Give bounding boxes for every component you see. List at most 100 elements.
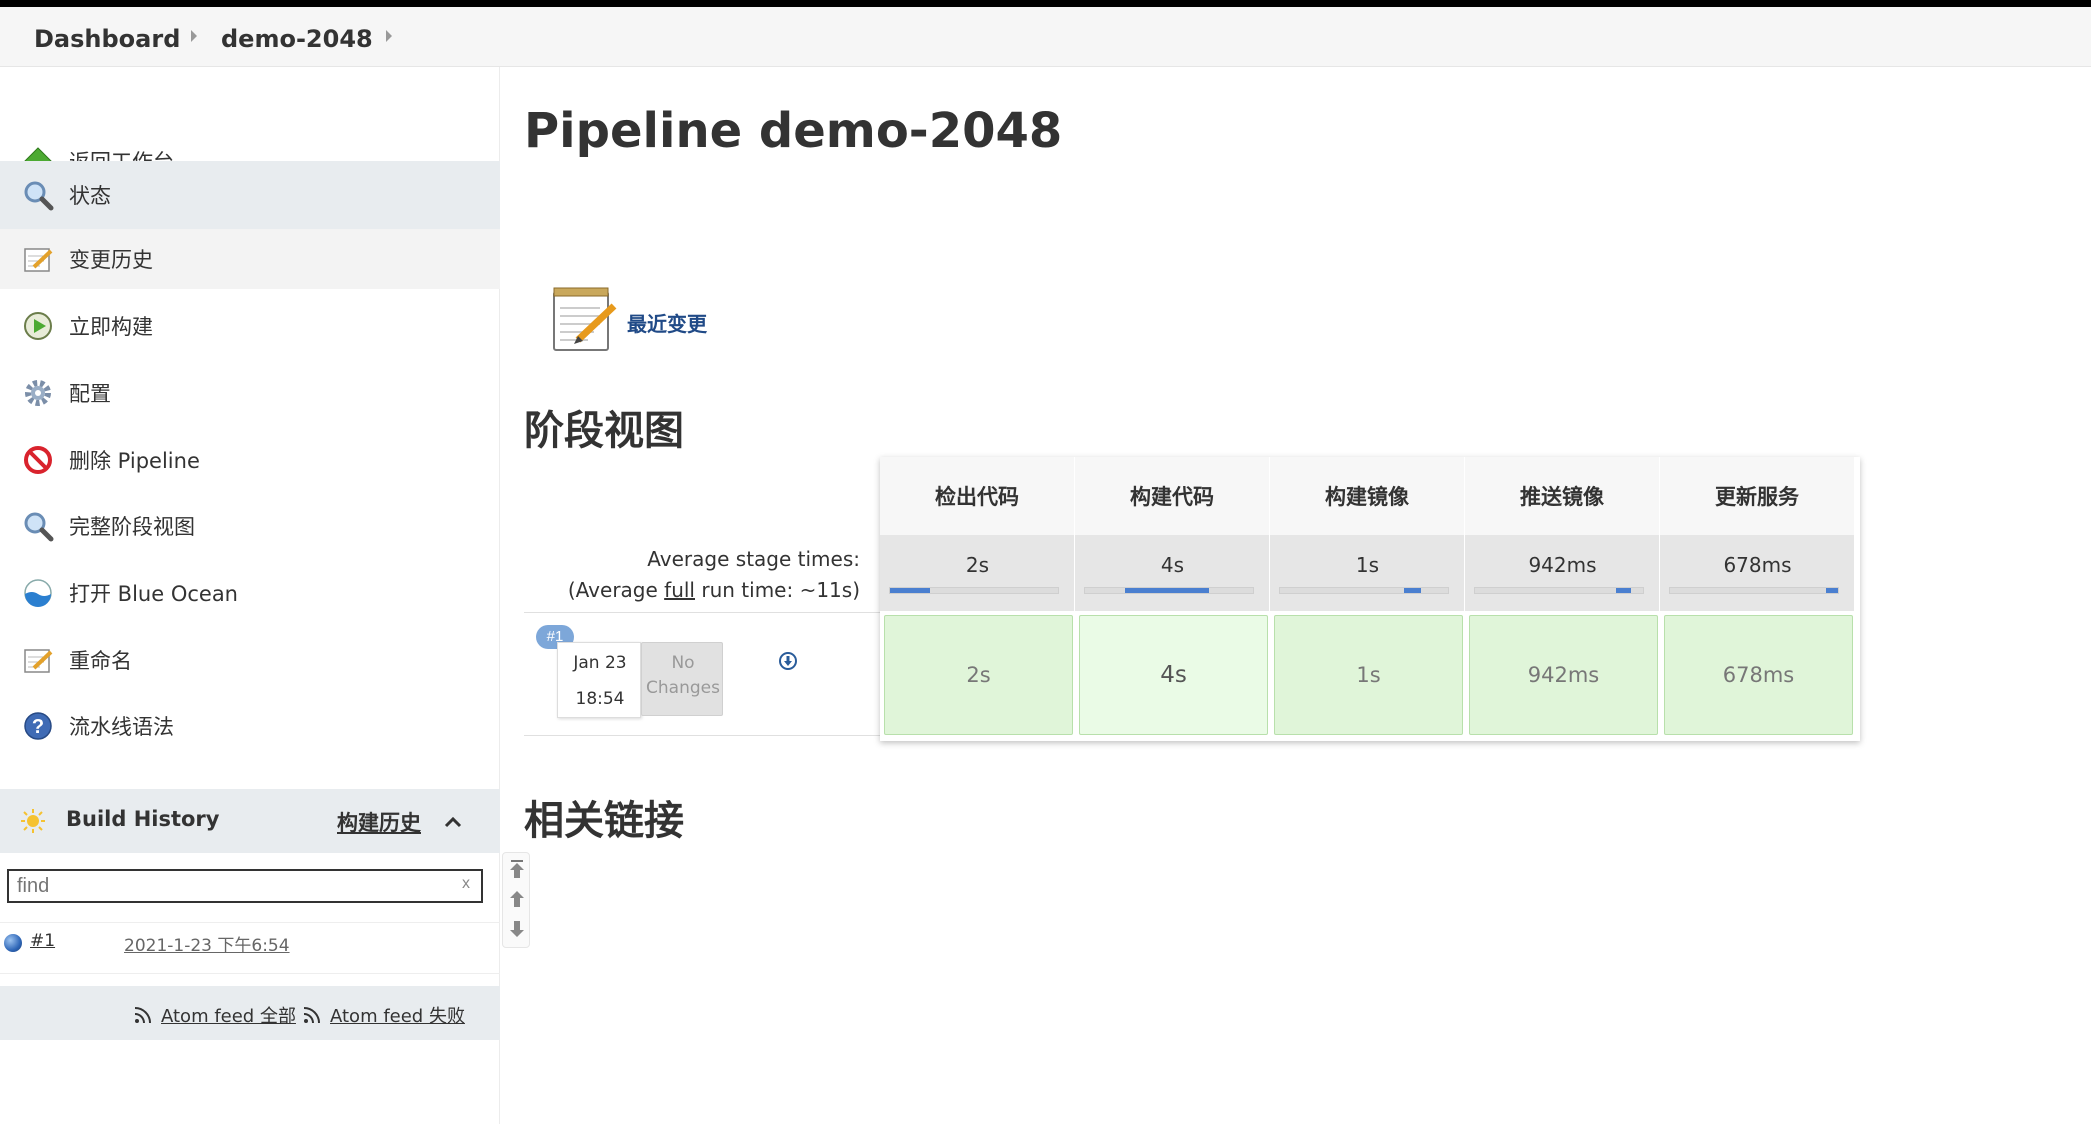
sidebar-item-full-stage-view[interactable]: 完整阶段视图 xyxy=(0,496,500,556)
scroll-down-icon[interactable] xyxy=(509,919,525,939)
sidebar-item-pipeline-syntax[interactable]: ? 流水线语法 xyxy=(0,696,500,756)
stage-header: 构建代码 xyxy=(1075,457,1270,535)
sidebar-item-status[interactable]: 状态 xyxy=(0,161,500,229)
stage-time-bar xyxy=(1669,587,1839,594)
run-time: 18:54 xyxy=(575,689,625,709)
stage-average-time: 942ms xyxy=(1528,553,1597,577)
gear-icon xyxy=(20,375,56,411)
stage-run-cell[interactable]: 4s xyxy=(1079,615,1268,735)
stage-average-time: 1s xyxy=(1355,553,1380,577)
stage-time-bar xyxy=(1279,587,1449,594)
stage-time-bar xyxy=(1084,587,1254,594)
sidebar-item-label: 删除 Pipeline xyxy=(69,449,200,473)
atom-feed-all-link[interactable]: Atom feed 全部 xyxy=(161,1002,296,1028)
sidebar-item-build-now[interactable]: 立即构建 xyxy=(0,296,500,356)
table-row: #1 2021-1-23 下午6:54 xyxy=(0,922,500,974)
sidebar: 返回工作台 状态 变更历史 立即构建 配置 删除 Pipeline 完整阶段 xyxy=(0,67,500,1124)
breadcrumb: Dashboard demo-2048 xyxy=(0,7,2091,67)
stage-average-time: 2s xyxy=(965,553,990,577)
sidebar-item-label: 流水线语法 xyxy=(69,715,174,739)
build-history-header: Build History 构建历史 xyxy=(0,789,500,853)
search-clear-button[interactable]: x xyxy=(462,875,470,893)
sidebar-item-label: 变更历史 xyxy=(69,248,153,272)
stage-average-cell: 1s xyxy=(1270,535,1465,611)
build-history-trend-link[interactable]: 构建历史 xyxy=(337,807,421,837)
page-title: Pipeline demo-2048 xyxy=(524,103,1063,159)
sidebar-item-changes[interactable]: 变更历史 xyxy=(0,229,500,289)
svg-text:?: ? xyxy=(32,716,44,738)
notepad-icon xyxy=(20,241,56,277)
sidebar-item-label: 立即构建 xyxy=(69,315,153,339)
breadcrumb-separator-icon[interactable] xyxy=(191,30,197,42)
top-border xyxy=(0,0,2091,7)
no-changes-line2: Changes xyxy=(646,678,720,698)
sidebar-item-label: 重命名 xyxy=(69,649,132,673)
atom-feed-bar: Atom feed 全部 Atom feed 失败 xyxy=(0,986,500,1040)
stage-average-cell: 942ms xyxy=(1465,535,1660,611)
avg-full-prefix: (Average xyxy=(567,578,665,602)
stage-view-title: 阶段视图 xyxy=(524,408,684,454)
stage-header: 构建镜像 xyxy=(1270,457,1465,535)
stage-time-bar-fill xyxy=(1125,588,1210,593)
no-changes-badge: No Changes xyxy=(641,642,723,716)
stage-run-cell[interactable]: 942ms xyxy=(1469,615,1658,735)
stage-time-bar-fill xyxy=(890,588,931,593)
avg-full-link[interactable]: full xyxy=(664,578,695,602)
stage-header: 检出代码 xyxy=(880,457,1075,535)
stage-time-bar xyxy=(889,587,1059,594)
average-full-run-time: (Average full run time: ~11s) xyxy=(540,578,860,602)
stage-time-bar-fill xyxy=(1826,588,1838,593)
sidebar-item-rename[interactable]: 重命名 xyxy=(0,630,500,690)
build-history-title: Build History xyxy=(66,807,220,831)
sidebar-item-blue-ocean[interactable]: 打开 Blue Ocean xyxy=(0,563,500,623)
sidebar-item-label: 打开 Blue Ocean xyxy=(69,582,238,606)
breadcrumb-dashboard[interactable]: Dashboard xyxy=(34,25,180,53)
stage-header: 更新服务 xyxy=(1660,457,1855,535)
no-entry-icon xyxy=(20,442,56,478)
magnifier-icon xyxy=(20,177,56,213)
breadcrumb-job[interactable]: demo-2048 xyxy=(221,25,373,53)
chevron-up-icon[interactable] xyxy=(442,811,464,833)
run-date-box: Jan 23 18:54 xyxy=(557,642,641,718)
sidebar-item-delete-pipeline[interactable]: 删除 Pipeline xyxy=(0,430,500,490)
stage-average-cell: 2s xyxy=(880,535,1075,611)
stage-time-bar-fill xyxy=(1404,588,1422,593)
rss-icon xyxy=(134,1006,152,1024)
build-search-input[interactable] xyxy=(7,869,483,903)
stage-average-time: 4s xyxy=(1160,553,1185,577)
build-number-link[interactable]: #1 xyxy=(30,931,55,951)
stage-average-cell: 678ms xyxy=(1660,535,1855,611)
notepad-icon[interactable] xyxy=(550,284,620,354)
stage-view-grid: 检出代码 2s 2s 构建代码 4s 4s 构建镜像 1s 1s 推送镜像 942ms 942ms 更新… xyxy=(880,457,1860,741)
scroll-top-icon[interactable] xyxy=(509,859,525,879)
stage-time-bar xyxy=(1474,587,1644,594)
stage-run-cell[interactable]: 1s xyxy=(1274,615,1463,735)
stage-time-bar-fill xyxy=(1616,588,1632,593)
related-links-title: 相关链接 xyxy=(524,798,684,844)
build-status-ball-icon xyxy=(4,934,22,952)
recent-changes-link[interactable]: 最近变更 xyxy=(627,308,707,337)
rss-icon xyxy=(303,1006,321,1024)
stage-average-cell: 4s xyxy=(1075,535,1270,611)
breadcrumb-separator-icon[interactable] xyxy=(386,30,392,42)
scroll-up-icon[interactable] xyxy=(509,889,525,909)
stage-run-cell[interactable]: 678ms xyxy=(1664,615,1853,735)
build-clock-icon xyxy=(20,308,56,344)
sidebar-item-label: 状态 xyxy=(69,184,111,208)
run-date: Jan 23 xyxy=(573,653,627,673)
atom-feed-failed-link[interactable]: Atom feed 失败 xyxy=(330,1002,465,1028)
sidebar-item-configure[interactable]: 配置 xyxy=(0,363,500,423)
magnifier-icon xyxy=(20,508,56,544)
download-log-icon[interactable] xyxy=(778,651,798,671)
build-date-link[interactable]: 2021-1-23 下午6:54 xyxy=(124,931,290,956)
scroll-controls xyxy=(502,852,530,948)
sun-icon xyxy=(20,808,46,834)
average-stage-times-label: Average stage times: xyxy=(647,547,860,571)
stage-run-cell[interactable]: 2s xyxy=(884,615,1073,735)
sidebar-item-label: 配置 xyxy=(69,382,111,406)
sidebar-item-label: 完整阶段视图 xyxy=(69,515,195,539)
blue-ocean-icon xyxy=(20,575,56,611)
stage-header: 推送镜像 xyxy=(1465,457,1660,535)
help-icon: ? xyxy=(20,708,56,744)
notepad-icon xyxy=(20,642,56,678)
